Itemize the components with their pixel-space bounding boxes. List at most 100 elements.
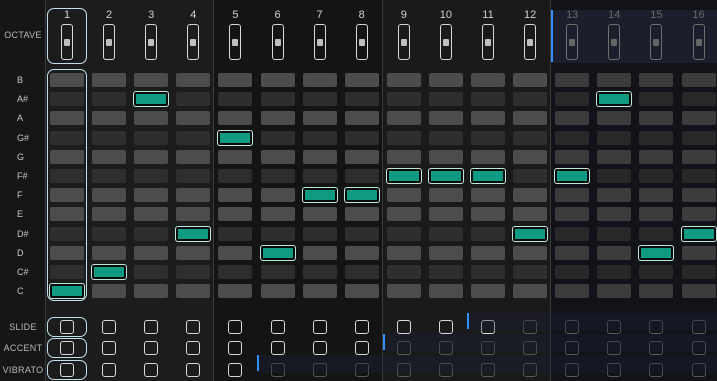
vibrato-checkbox-step-2[interactable]	[102, 363, 117, 377]
note-cell-step-7-c[interactable]	[302, 284, 337, 299]
note-cell-step-7-a-sharp[interactable]	[302, 92, 337, 107]
note-cell-step-7-d[interactable]	[302, 245, 337, 260]
note-cell-step-10-a[interactable]	[428, 111, 463, 126]
note-cell-step-6-g-sharp[interactable]	[260, 130, 295, 145]
note-cell-step-4-d[interactable]	[176, 245, 211, 260]
note-cell-step-14-b[interactable]	[597, 73, 632, 87]
pattern-length-marker[interactable]	[551, 10, 553, 62]
note-cell-step-8-b[interactable]	[344, 73, 379, 87]
slide-checkbox-step-4[interactable]	[186, 320, 201, 334]
note-cell-step-14-f[interactable]	[597, 188, 632, 203]
octave-slider-step-16[interactable]	[692, 24, 705, 60]
note-cell-step-4-a[interactable]	[176, 111, 211, 126]
note-cell-step-15-c[interactable]	[639, 284, 674, 299]
octave-slider-step-7[interactable]	[313, 24, 326, 60]
note-cell-step-16-f-sharp[interactable]	[681, 169, 716, 183]
note-cell-step-5-g[interactable]	[218, 149, 253, 164]
note-cell-step-8-c[interactable]	[344, 284, 379, 299]
note-cell-step-9-b[interactable]	[386, 73, 421, 87]
accent-checkbox-step-5[interactable]	[228, 341, 243, 355]
note-cell-step-14-a-sharp[interactable]	[597, 92, 632, 107]
note-cell-step-11-d-sharp[interactable]	[471, 226, 505, 241]
note-cell-step-16-d[interactable]	[681, 245, 716, 260]
note-cell-step-9-f[interactable]	[386, 188, 421, 203]
note-cell-step-5-b[interactable]	[218, 73, 253, 87]
note-cell-step-9-a[interactable]	[386, 111, 421, 126]
note-cell-step-5-e[interactable]	[218, 207, 253, 222]
note-cell-step-14-c-sharp[interactable]	[597, 265, 632, 279]
note-cell-step-6-c[interactable]	[260, 284, 295, 299]
note-cell-step-14-f-sharp[interactable]	[597, 169, 632, 183]
note-cell-step-10-b[interactable]	[428, 73, 463, 87]
note-cell-step-6-b[interactable]	[260, 73, 295, 87]
octave-slider-step-14[interactable]	[608, 24, 621, 60]
note-cell-step-15-c-sharp[interactable]	[639, 265, 674, 279]
note-cell-step-9-f-sharp[interactable]	[386, 169, 421, 183]
slide-checkbox-step-6[interactable]	[270, 320, 285, 334]
note-cell-step-11-f-sharp[interactable]	[471, 169, 505, 183]
note-cell-step-16-c-sharp[interactable]	[681, 265, 716, 279]
note-cell-step-2-d[interactable]	[92, 245, 127, 260]
note-cell-step-10-c[interactable]	[428, 284, 463, 299]
note-cell-step-3-g[interactable]	[134, 149, 169, 164]
note-cell-step-13-d[interactable]	[555, 245, 590, 260]
note-cell-step-3-f[interactable]	[134, 188, 169, 203]
note-cell-step-14-g[interactable]	[597, 149, 632, 164]
note-cell-step-6-e[interactable]	[260, 207, 295, 222]
note-cell-step-3-f-sharp[interactable]	[134, 169, 169, 183]
note-cell-step-5-c-sharp[interactable]	[218, 265, 253, 279]
note-cell-step-8-d[interactable]	[344, 245, 379, 260]
note-cell-step-5-d-sharp[interactable]	[218, 226, 253, 241]
note-cell-step-10-c-sharp[interactable]	[428, 265, 463, 279]
note-cell-step-5-a[interactable]	[218, 111, 253, 126]
note-cell-step-4-a-sharp[interactable]	[176, 92, 211, 107]
octave-slider-step-12[interactable]	[524, 24, 537, 60]
octave-slider-step-15[interactable]	[650, 24, 663, 60]
note-cell-step-13-c[interactable]	[555, 284, 590, 299]
accent-checkbox-step-2[interactable]	[102, 341, 117, 355]
note-cell-step-3-c[interactable]	[134, 284, 169, 299]
note-cell-step-3-a[interactable]	[134, 111, 169, 126]
note-cell-step-7-g[interactable]	[302, 149, 337, 164]
note-cell-step-7-g-sharp[interactable]	[302, 130, 337, 145]
note-cell-step-6-a[interactable]	[260, 111, 295, 126]
note-cell-step-14-g-sharp[interactable]	[597, 130, 632, 145]
note-cell-step-4-f[interactable]	[176, 188, 211, 203]
note-cell-step-8-g[interactable]	[344, 149, 379, 164]
note-cell-step-6-f-sharp[interactable]	[260, 169, 295, 183]
note-cell-step-5-d[interactable]	[218, 245, 253, 260]
note-cell-step-11-f[interactable]	[471, 188, 505, 203]
note-cell-step-11-a-sharp[interactable]	[471, 92, 505, 107]
octave-slider-step-2[interactable]	[103, 24, 116, 60]
note-cell-step-2-c[interactable]	[92, 284, 127, 299]
accent-checkbox-step-4[interactable]	[186, 341, 201, 355]
note-cell-step-16-g[interactable]	[681, 149, 716, 164]
note-cell-step-14-d-sharp[interactable]	[597, 226, 632, 241]
slide-checkbox-step-2[interactable]	[102, 320, 117, 334]
octave-slider-step-8[interactable]	[355, 24, 368, 60]
accent-checkbox-step-8[interactable]	[354, 341, 369, 355]
note-cell-step-15-d-sharp[interactable]	[639, 226, 674, 241]
note-cell-step-6-a-sharp[interactable]	[260, 92, 295, 107]
note-cell-step-4-d-sharp[interactable]	[176, 226, 211, 241]
note-cell-step-16-f[interactable]	[681, 188, 716, 203]
note-cell-step-4-g[interactable]	[176, 149, 211, 164]
note-cell-step-15-g[interactable]	[639, 149, 674, 164]
slide-checkbox-step-5[interactable]	[228, 320, 243, 334]
note-cell-step-7-a[interactable]	[302, 111, 337, 126]
note-cell-step-6-c-sharp[interactable]	[260, 265, 295, 279]
note-cell-step-9-c-sharp[interactable]	[386, 265, 421, 279]
note-cell-step-2-c-sharp[interactable]	[92, 265, 127, 279]
note-cell-step-15-d[interactable]	[639, 245, 674, 260]
note-cell-step-12-g[interactable]	[513, 149, 548, 164]
note-cell-step-6-f[interactable]	[260, 188, 295, 203]
note-cell-step-9-a-sharp[interactable]	[386, 92, 421, 107]
octave-slider-step-13[interactable]	[566, 24, 579, 60]
note-cell-step-10-f[interactable]	[428, 188, 463, 203]
note-cell-step-16-d-sharp[interactable]	[681, 226, 716, 241]
note-cell-step-15-b[interactable]	[639, 73, 674, 87]
note-cell-step-9-g-sharp[interactable]	[386, 130, 421, 145]
note-cell-step-15-f[interactable]	[639, 188, 674, 203]
note-cell-step-13-c-sharp[interactable]	[555, 265, 590, 279]
note-cell-step-11-g-sharp[interactable]	[471, 130, 505, 145]
